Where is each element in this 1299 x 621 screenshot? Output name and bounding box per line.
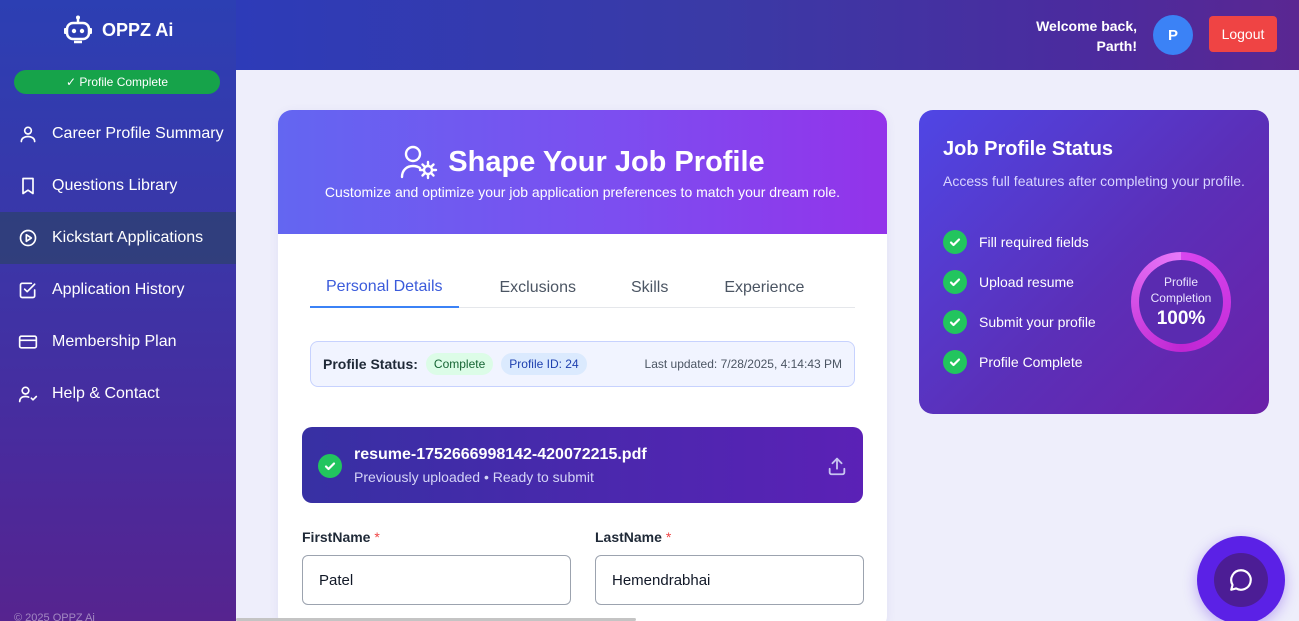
last-name-label-text: LastName [595,529,662,545]
robot-logo-icon [64,15,92,44]
sidebar-item-label: Career Profile Summary [52,125,224,142]
sidebar-item-label: Membership Plan [52,333,177,350]
profile-tabs: Personal Details Exclusions Skills Exper… [310,268,855,308]
status-card-title: Job Profile Status [943,138,1114,160]
sidebar-item-membership-plan[interactable]: Membership Plan [0,316,236,368]
checklist-item: Profile Complete [943,342,1096,382]
required-mark: * [374,529,380,545]
sidebar-item-label: Help & Contact [52,385,160,402]
app-logo[interactable]: OPPZ Ai [62,14,173,46]
play-circle-icon [19,229,37,247]
profile-status-label: Profile Status: [323,356,418,372]
check-circle-icon [943,310,967,334]
completion-label-1: Profile [1163,275,1198,289]
checklist-item-label: Submit your profile [979,314,1096,330]
card-header: Shape Your Job Profile Customize and opt… [278,110,887,234]
checklist-item: Submit your profile [943,302,1096,342]
sidebar-item-label: Kickstart Applications [52,229,204,246]
resume-status-note: Previously uploaded • Ready to submit [354,469,594,485]
completion-value: 100% [1156,308,1206,329]
user-icon [20,126,36,143]
first-name-label-text: FirstName [302,529,371,545]
check-circle-icon [943,230,967,254]
checklist-item-label: Fill required fields [979,234,1089,250]
sidebar-item-label: Application History [52,281,185,298]
page-title: Shape Your Job Profile [278,110,887,180]
resume-upload-card[interactable]: resume-1752666998142-420072215.pdf Previ… [302,427,863,503]
welcome-message: Welcome back, Parth! [1036,16,1137,56]
sidebar-item-application-history[interactable]: Application History [0,264,236,316]
resume-filename: resume-1752666998142-420072215.pdf [354,446,647,463]
sidebar: OPPZ Ai ✓ Profile Complete Career Profil… [0,0,236,621]
chat-button-inner [1214,553,1268,607]
status-badge: Complete [425,353,494,375]
profile-id-badge: Profile ID: 24 [501,353,587,375]
welcome-line-1: Welcome back, [1036,18,1137,34]
page-title-text: Shape Your Job Profile [448,145,765,178]
sidebar-item-help-contact[interactable]: Help & Contact [0,368,236,420]
profile-complete-badge: ✓ Profile Complete [14,70,220,94]
sidebar-nav: Career Profile Summary Questions Library… [0,108,236,420]
tab-personal-details[interactable]: Personal Details [310,268,459,308]
copyright-text: © 2025 OPPZ Ai [14,612,95,621]
credit-card-icon [18,335,38,349]
profile-completion-ring: Profile Completion 100% [1131,252,1231,352]
required-mark: * [665,529,672,545]
status-card-subtitle: Access full features after completing yo… [943,173,1245,189]
tab-experience[interactable]: Experience [708,268,820,308]
user-check-icon [18,386,38,403]
job-profile-status-card: Job Profile Status Access full features … [919,110,1269,414]
status-checklist: Fill required fields Upload resume Submi… [943,222,1096,382]
bookmark-icon [22,177,34,195]
tab-skills[interactable]: Skills [615,268,684,308]
profile-status-bar: Profile Status: Complete Profile ID: 24 … [310,341,855,387]
check-circle-icon [318,454,342,478]
upload-icon[interactable] [826,455,848,477]
completion-label-2: Completion [1150,291,1212,305]
last-name-field[interactable] [595,555,864,605]
chat-button[interactable] [1197,536,1285,621]
checklist-item-label: Profile Complete [979,354,1083,370]
avatar[interactable]: P [1153,15,1193,55]
last-name-label: LastName * [595,529,671,545]
sidebar-item-questions-library[interactable]: Questions Library [0,160,236,212]
check-circle-icon [943,270,967,294]
logout-button[interactable]: Logout [1209,16,1277,52]
page-subtitle: Customize and optimize your job applicat… [324,184,841,200]
job-profile-card: Shape Your Job Profile Customize and opt… [278,110,887,621]
first-name-label: FirstName * [302,529,380,545]
welcome-user-name: Parth! [1096,38,1137,54]
checklist-item-label: Upload resume [979,274,1074,290]
sidebar-item-career-profile-summary[interactable]: Career Profile Summary [0,108,236,160]
check-square-icon [19,282,36,299]
chat-bubble-icon [1230,569,1252,591]
user-settings-icon [401,145,438,180]
checklist-item: Fill required fields [943,222,1096,262]
profile-completion-inner: Profile Completion 100% [1139,260,1223,344]
checklist-item: Upload resume [943,262,1096,302]
last-updated-text: Last updated: 7/28/2025, 4:14:43 PM [644,357,842,371]
app-name: OPPZ Ai [102,19,174,40]
sidebar-item-kickstart-applications[interactable]: Kickstart Applications [0,212,236,264]
sidebar-item-label: Questions Library [52,177,178,194]
check-circle-icon [943,350,967,374]
first-name-field[interactable] [302,555,571,605]
top-bar [236,0,1299,70]
tab-exclusions[interactable]: Exclusions [484,268,592,308]
